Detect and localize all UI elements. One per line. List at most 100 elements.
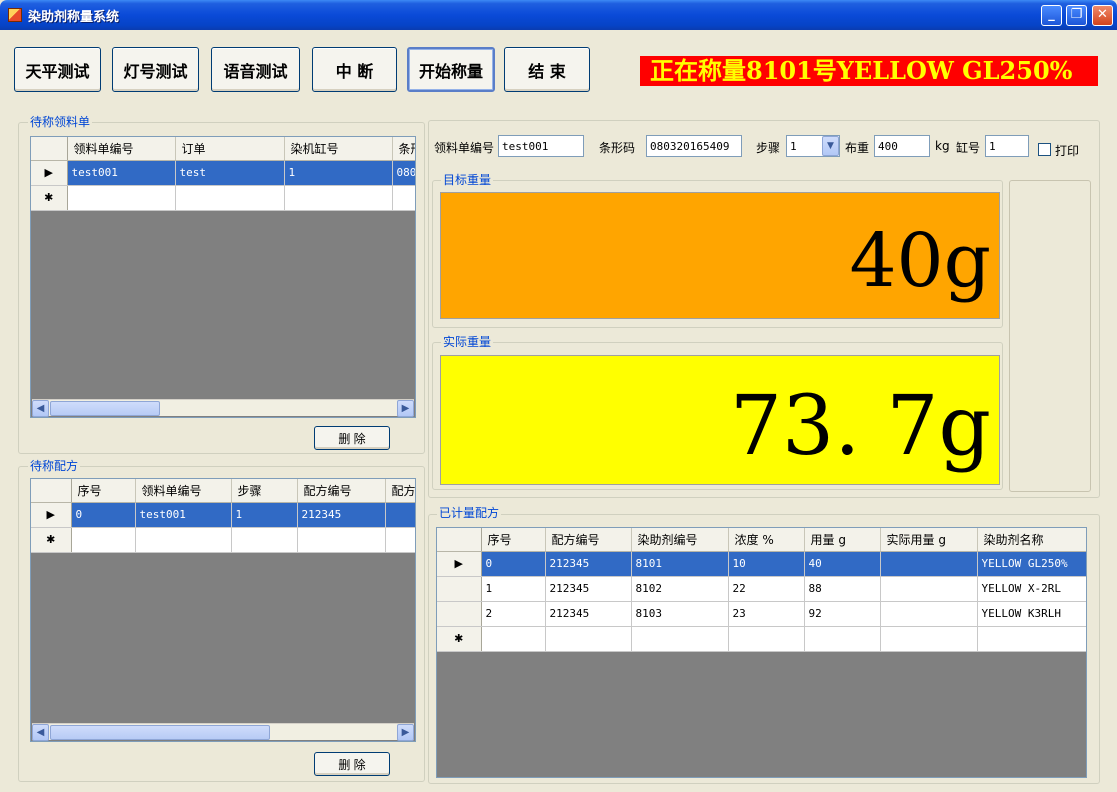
voice-test-button[interactable]: 语音测试 [211,47,300,92]
table-row[interactable]: 2 212345 8103 23 92 YELLOW K3RLH [437,601,1086,627]
horizontal-scrollbar[interactable]: ◀ ▶ [32,399,414,417]
interrupt-button[interactable]: 中 断 [312,47,397,92]
delete-order-button[interactable]: 删 除 [314,426,390,450]
scroll-right-icon[interactable]: ▶ [397,724,414,741]
column-header[interactable]: 染助剂名称 [977,528,1086,552]
column-header[interactable]: 配方编号 [297,479,386,503]
table-cell[interactable] [392,185,415,211]
table-row[interactable]: ▶ test001 test 1 080 [31,160,415,186]
minimize-button[interactable]: _ [1041,5,1062,26]
table-cell[interactable]: 212345 [545,601,632,627]
table-cell[interactable]: 8103 [631,601,729,627]
table-cell[interactable]: test001 [67,160,176,186]
column-header[interactable]: 实际用量 g [880,528,978,552]
column-header[interactable]: 配方编号 [545,528,632,552]
pending-orders-grid[interactable]: 领料单编号 订单 染机缸号 条形 ▶ test001 test 1 080 ✱ … [30,136,416,418]
balance-test-button[interactable]: 天平测试 [14,47,101,92]
table-cell[interactable]: 0 [481,551,546,577]
chevron-down-icon[interactable]: ▼ [822,136,839,156]
column-header[interactable]: 浓度 % [728,528,805,552]
table-cell[interactable]: 22 [728,576,805,602]
table-row[interactable]: 1 212345 8102 22 88 YELLOW X-2RL [437,576,1086,602]
table-cell[interactable]: YELLOW K3RLH [977,601,1086,627]
table-cell[interactable]: 0 [71,502,136,528]
delete-recipe-button[interactable]: 删 除 [314,752,390,776]
table-cell[interactable]: 080 [392,160,415,186]
print-checkbox[interactable] [1038,143,1051,156]
table-cell[interactable]: 92 [804,601,881,627]
column-header[interactable]: 步骤 [231,479,298,503]
table-cell[interactable] [728,626,805,652]
restore-button[interactable]: ❐ [1066,5,1087,26]
table-row[interactable]: ▶ 0 212345 8101 10 40 YELLOW GL250% [437,551,1086,577]
table-cell[interactable] [175,185,285,211]
table-cell[interactable] [977,626,1086,652]
new-row[interactable]: ✱ [437,626,1086,652]
table-cell[interactable] [71,527,136,553]
vat-field[interactable] [985,135,1029,157]
new-row[interactable]: ✱ [31,527,415,553]
column-header[interactable]: 序号 [71,479,136,503]
scroll-left-icon[interactable]: ◀ [32,400,49,417]
column-header[interactable]: 订单 [175,137,285,161]
column-header[interactable]: 染机缸号 [284,137,393,161]
barcode-field[interactable] [646,135,742,157]
new-row[interactable]: ✱ [31,185,415,211]
end-button[interactable]: 结 束 [504,47,590,92]
close-button[interactable]: ✕ [1092,5,1113,26]
start-weighing-button[interactable]: 开始称量 [407,47,495,92]
table-cell[interactable] [284,185,393,211]
scroll-left-icon[interactable]: ◀ [32,724,49,741]
measured-grid[interactable]: 序号 配方编号 染助剂编号 浓度 % 用量 g 实际用量 g 染助剂名称 ▶ 0… [436,527,1087,778]
table-cell[interactable]: 1 [481,576,546,602]
table-cell[interactable]: YELLOW GL250% [977,551,1086,577]
table-cell[interactable]: 212345 [545,576,632,602]
table-cell[interactable] [880,601,978,627]
table-cell[interactable] [67,185,176,211]
table-cell[interactable]: 8102 [631,576,729,602]
table-cell[interactable]: test [175,160,285,186]
table-cell[interactable] [135,527,232,553]
pending-recipes-grid[interactable]: 序号 领料单编号 步骤 配方编号 配方 ▶ 0 test001 1 212345… [30,478,416,742]
light-test-button[interactable]: 灯号测试 [112,47,199,92]
column-header[interactable]: 染助剂编号 [631,528,729,552]
order-no-field[interactable] [498,135,584,157]
table-cell[interactable] [231,527,298,553]
table-cell[interactable] [804,626,881,652]
table-cell[interactable] [880,576,978,602]
table-cell[interactable] [880,626,978,652]
table-cell[interactable]: 40 [804,551,881,577]
table-cell[interactable]: 1 [231,502,298,528]
table-cell[interactable]: test001 [135,502,232,528]
scroll-thumb[interactable] [50,725,270,740]
cloth-weight-field[interactable] [874,135,930,157]
column-header[interactable]: 条形 [392,137,415,161]
scroll-thumb[interactable] [50,401,160,416]
table-cell[interactable] [545,626,632,652]
table-cell[interactable]: 8101 [631,551,729,577]
table-cell[interactable] [385,527,415,553]
table-cell[interactable]: 212345 [297,502,386,528]
table-cell[interactable]: YELLOW X-2RL [977,576,1086,602]
table-cell[interactable]: 10 [728,551,805,577]
table-cell[interactable] [880,551,978,577]
table-cell[interactable]: 88 [804,576,881,602]
table-cell[interactable]: 1 [284,160,393,186]
table-cell[interactable] [481,626,546,652]
column-header[interactable]: 领料单编号 [135,479,232,503]
table-cell[interactable]: 23 [728,601,805,627]
table-cell[interactable] [385,502,415,528]
column-header[interactable]: 序号 [481,528,546,552]
column-header[interactable]: 领料单编号 [67,137,176,161]
table-cell[interactable]: 2 [481,601,546,627]
column-header[interactable]: 配方 [385,479,415,503]
table-cell[interactable]: 212345 [545,551,632,577]
horizontal-scrollbar[interactable]: ◀ ▶ [32,723,414,741]
table-row[interactable]: ▶ 0 test001 1 212345 [31,502,415,528]
table-cell[interactable] [297,527,386,553]
row-header [437,576,482,602]
title-bar[interactable]: 染助剂称量系统 _ ❐ ✕ [0,0,1117,30]
column-header[interactable]: 用量 g [804,528,881,552]
table-cell[interactable] [631,626,729,652]
scroll-right-icon[interactable]: ▶ [397,400,414,417]
